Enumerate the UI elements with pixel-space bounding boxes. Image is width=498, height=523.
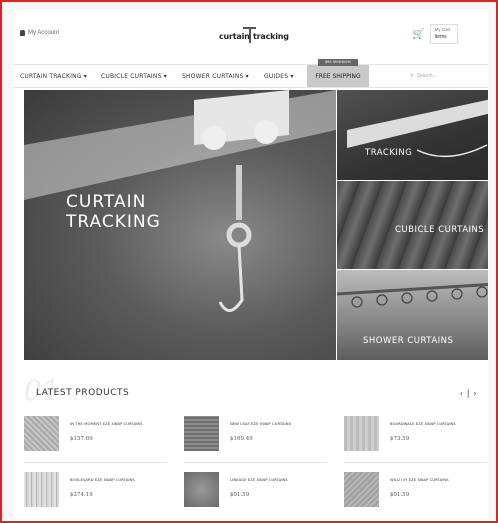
site-logo[interactable]: curtain tracking bbox=[219, 24, 289, 46]
search-input[interactable]: ⚲ Search... bbox=[410, 73, 437, 79]
product-price: $169.49 bbox=[230, 436, 253, 442]
product-thumbnail[interactable] bbox=[24, 472, 59, 507]
product-price: $157.69 bbox=[70, 436, 93, 442]
product-thumbnail[interactable] bbox=[344, 416, 379, 451]
product-price: $73.59 bbox=[390, 436, 410, 442]
product-name[interactable]: BOULEVARD EZE SWAP CURTAINS bbox=[70, 478, 135, 482]
logo-text-right: tracking bbox=[253, 32, 289, 41]
product-thumbnail[interactable] bbox=[184, 472, 219, 507]
product-name[interactable]: NEW LEAF EZE SWAP CURTAINS bbox=[230, 422, 291, 426]
store-page: My Account curtain tracking 🛒 My Cart It… bbox=[14, 10, 488, 519]
nav-shower-curtains[interactable]: SHOWER CURTAINS ▾ bbox=[182, 73, 249, 80]
user-icon bbox=[20, 30, 25, 36]
cart-icon: 🛒 bbox=[412, 28, 425, 40]
product-card-2[interactable]: NEW LEAF EZE SWAP CURTAINS $169.49 bbox=[184, 416, 329, 458]
main-nav: CURTAIN TRACKING ▾ CUBICLE CURTAINS ▾ SH… bbox=[14, 59, 488, 88]
product-name[interactable]: BOARDWALK EZE SWAP CURTAINS bbox=[390, 422, 456, 426]
search-icon: ⚲ bbox=[410, 73, 414, 79]
hero-title: CURTAIN TRACKING bbox=[66, 192, 161, 232]
free-shipping-badge: $99 MINIMUM bbox=[318, 59, 358, 66]
product-thumbnail[interactable] bbox=[344, 472, 379, 507]
carousel-next-icon[interactable]: › bbox=[473, 388, 476, 398]
logo-text-left: curtain bbox=[219, 32, 250, 41]
product-thumbnail[interactable] bbox=[184, 416, 219, 451]
product-card-1[interactable]: IN THE MOMENT EZE SWAP CURTAINS $157.69 bbox=[24, 416, 169, 458]
product-card-6[interactable]: WILD IVY EZE SWAP CURTAINS $91.59 bbox=[344, 472, 488, 514]
product-divider bbox=[184, 462, 327, 463]
panel-shower-label: SHOWER CURTAINS bbox=[363, 336, 454, 346]
nav-guides[interactable]: GUIDES ▾ bbox=[264, 73, 294, 80]
product-name[interactable]: IN THE MOMENT EZE SWAP CURTAINS bbox=[70, 422, 143, 426]
hero-curtain-tracking[interactable]: CURTAIN TRACKING bbox=[24, 90, 336, 360]
cart-label: My Cart bbox=[434, 27, 451, 32]
cart-items: Items bbox=[434, 34, 447, 40]
tracking-rail-illustration bbox=[347, 99, 488, 158]
carousel-controls: ‹ | › bbox=[460, 388, 476, 398]
nav-curtain-tracking[interactable]: CURTAIN TRACKING ▾ bbox=[20, 73, 87, 80]
product-card-5[interactable]: LINEAGE EZE SWAP CURTAINS $91.59 bbox=[184, 472, 329, 514]
product-divider bbox=[24, 462, 167, 463]
cart-box[interactable]: My Cart Items bbox=[430, 24, 459, 44]
nav-cubicle-curtains[interactable]: CUBICLE CURTAINS ▾ bbox=[101, 73, 167, 80]
nav-free-shipping[interactable]: FREE SHIPPING bbox=[307, 65, 369, 87]
product-price: $274.19 bbox=[70, 492, 93, 498]
top-bar: My Account curtain tracking 🛒 My Cart It… bbox=[14, 10, 488, 60]
panel-tracking-label: TRACKING bbox=[365, 148, 413, 158]
my-account-link[interactable]: My Account bbox=[20, 30, 59, 36]
product-price: $91.59 bbox=[390, 492, 410, 498]
panel-cubicle-label: CUBICLE CURTAINS bbox=[395, 225, 485, 235]
my-account-label: My Account bbox=[28, 30, 60, 36]
product-divider bbox=[344, 462, 487, 463]
panel-tracking[interactable]: TRACKING bbox=[337, 90, 488, 180]
product-name[interactable]: LINEAGE EZE SWAP CURTAINS bbox=[230, 478, 288, 482]
carousel-separator: | bbox=[467, 388, 470, 398]
screenshot-frame: My Account curtain tracking 🛒 My Cart It… bbox=[0, 0, 498, 523]
product-card-3[interactable]: BOARDWALK EZE SWAP CURTAINS $73.59 bbox=[344, 416, 488, 458]
product-name[interactable]: WILD IVY EZE SWAP CURTAINS bbox=[390, 478, 449, 482]
product-thumbnail[interactable] bbox=[24, 416, 59, 451]
latest-products-title: LATEST PRODUCTS bbox=[36, 388, 130, 398]
latest-products-header: 01 LATEST PRODUCTS ‹ | › bbox=[24, 374, 488, 407]
shower-rings-illustration bbox=[337, 283, 488, 308]
cart-widget[interactable]: 🛒 My Cart Items bbox=[412, 24, 459, 44]
product-card-4[interactable]: BOULEVARD EZE SWAP CURTAINS $274.19 bbox=[24, 472, 169, 514]
search-placeholder: Search... bbox=[416, 73, 437, 79]
product-price: $91.59 bbox=[230, 492, 250, 498]
panel-shower-curtains[interactable]: SHOWER CURTAINS bbox=[337, 270, 488, 360]
carousel-prev-icon[interactable]: ‹ bbox=[460, 388, 463, 398]
panel-cubicle-curtains[interactable]: CUBICLE CURTAINS bbox=[337, 181, 488, 269]
